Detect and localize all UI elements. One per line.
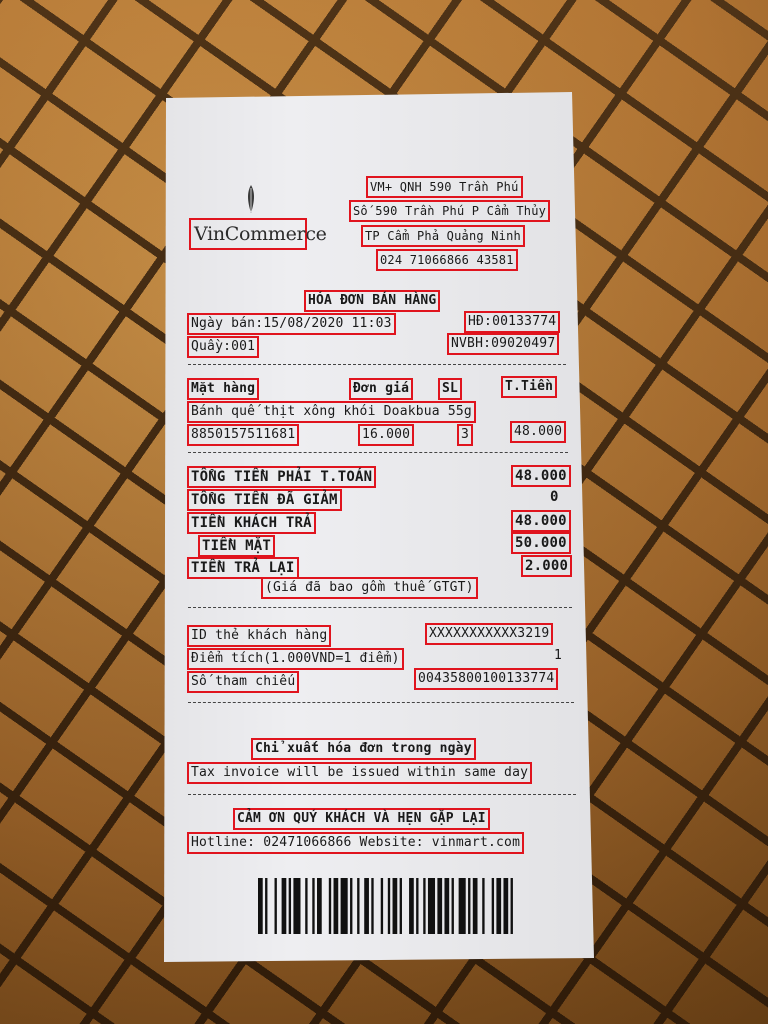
barcode-bar <box>274 878 277 934</box>
divider <box>188 794 576 795</box>
barcode-bar <box>387 878 391 934</box>
customer-paid-value: 48.000 <box>511 510 571 532</box>
barcode-bar <box>482 878 485 934</box>
barcode-bar <box>444 878 450 934</box>
barcode-bar <box>392 878 398 934</box>
col-header-amount: T.Tiền <box>501 376 558 398</box>
barcode-bar <box>458 878 466 934</box>
barcode-bar <box>265 878 268 934</box>
store-address: Số 590 Trần Phú P Cẩm Thủy <box>349 200 551 222</box>
points-value: 1 <box>554 648 563 663</box>
barcode-bar <box>468 878 471 934</box>
barcode-bar <box>416 878 419 934</box>
sale-date: Ngày bán:15/08/2020 11:03 <box>187 313 396 335</box>
barcode-bar <box>496 878 502 934</box>
vincommerce-leaf-icon <box>248 185 254 213</box>
barcode-bar <box>491 878 495 934</box>
barcode-bar <box>503 878 509 934</box>
counter-number: Quầy:001 <box>187 336 260 358</box>
barcode-bar <box>399 878 402 934</box>
discount-label: TỔNG TIỀN ĐÃ GIẢM <box>187 489 342 511</box>
item-code: 8850157511681 <box>187 424 300 446</box>
cash-value: 50.000 <box>511 532 571 554</box>
barcode-bar <box>340 878 348 934</box>
barcode-bar <box>305 878 308 934</box>
barcode-bar <box>427 878 436 934</box>
barcode-bar <box>472 878 478 934</box>
divider <box>188 702 574 703</box>
divider <box>188 607 572 608</box>
col-header-item: Mặt hàng <box>187 378 260 400</box>
customer-paid-label: TIỀN KHÁCH TRẢ <box>187 512 316 534</box>
total-payable-value: 48.000 <box>511 465 571 487</box>
col-header-unit-price: Đơn giá <box>349 378 414 400</box>
barcode-bar <box>281 878 287 934</box>
receipt: VinCommerce VM+ QNH 590 Trần Phú Số 590 … <box>0 0 768 1024</box>
barcode-bar <box>510 878 513 934</box>
barcode-bar <box>437 878 443 934</box>
barcode-bar <box>451 878 454 934</box>
barcode-bar <box>380 878 384 934</box>
item-name: Bánh quế thịt xông khói Doakbua 55g <box>187 401 476 423</box>
item-unit-price: 16.000 <box>358 424 415 446</box>
col-header-qty: SL <box>438 378 463 400</box>
discount-value: 0 <box>550 489 559 505</box>
reference-label: Số tham chiếu <box>187 671 300 693</box>
barcode-bar <box>350 878 353 934</box>
card-id-label: ID thẻ khách hàng <box>187 625 332 647</box>
change-label: TIỀN TRẢ LẠI <box>187 557 299 579</box>
barcode-bar <box>371 878 374 934</box>
barcode-bar <box>293 878 301 934</box>
barcode-bar <box>317 878 322 934</box>
cash-label: TIỀN MẶT <box>198 535 276 557</box>
barcode-bar <box>288 878 292 934</box>
item-qty: 3 <box>457 424 474 446</box>
invoice-note-vi: Chỉ xuất hóa đơn trong ngày <box>251 738 476 760</box>
item-amount: 48.000 <box>510 421 567 443</box>
reference-value: 00435800100133774 <box>414 668 559 690</box>
invoice-number: HĐ:00133774 <box>464 311 561 333</box>
receipt-title: HÓA ĐƠN BÁN HÀNG <box>304 290 441 312</box>
thank-you-message: CẢM ƠN QUÝ KHÁCH VÀ HẸN GẶP LẠI <box>233 808 490 830</box>
store-logo: VinCommerce <box>189 218 327 250</box>
barcode-bar <box>357 878 360 934</box>
contact-line: Hotline: 02471066866 Website: vinmart.co… <box>187 832 525 854</box>
vat-note: (Giá đã bao gồm thuế GTGT) <box>261 577 478 599</box>
points-label: Điểm tích(1.000VND=1 điểm) <box>187 648 404 670</box>
barcode-bar <box>328 878 332 934</box>
barcode-bar <box>364 878 369 934</box>
store-city: TP Cẩm Phả Quảng Ninh <box>361 225 525 247</box>
change-value: 2.000 <box>521 555 573 577</box>
barcode-bar <box>258 878 263 934</box>
card-id-value: XXXXXXXXXXX3219 <box>425 623 554 645</box>
divider <box>188 364 566 365</box>
barcode <box>258 878 513 934</box>
invoice-note-en: Tax invoice will be issued within same d… <box>187 762 533 784</box>
total-payable-label: TỔNG TIỀN PHẢI T.TOÁN <box>187 466 377 488</box>
barcode-bar <box>409 878 414 934</box>
barcode-bar <box>312 878 315 934</box>
staff-id: NVBH:09020497 <box>447 333 560 355</box>
barcode-bar <box>423 878 426 934</box>
divider <box>188 452 568 453</box>
store-phone: 024 71066866 43581 <box>376 249 518 271</box>
barcode-bar <box>333 878 339 934</box>
store-name: VM+ QNH 590 Trần Phú <box>366 176 523 198</box>
